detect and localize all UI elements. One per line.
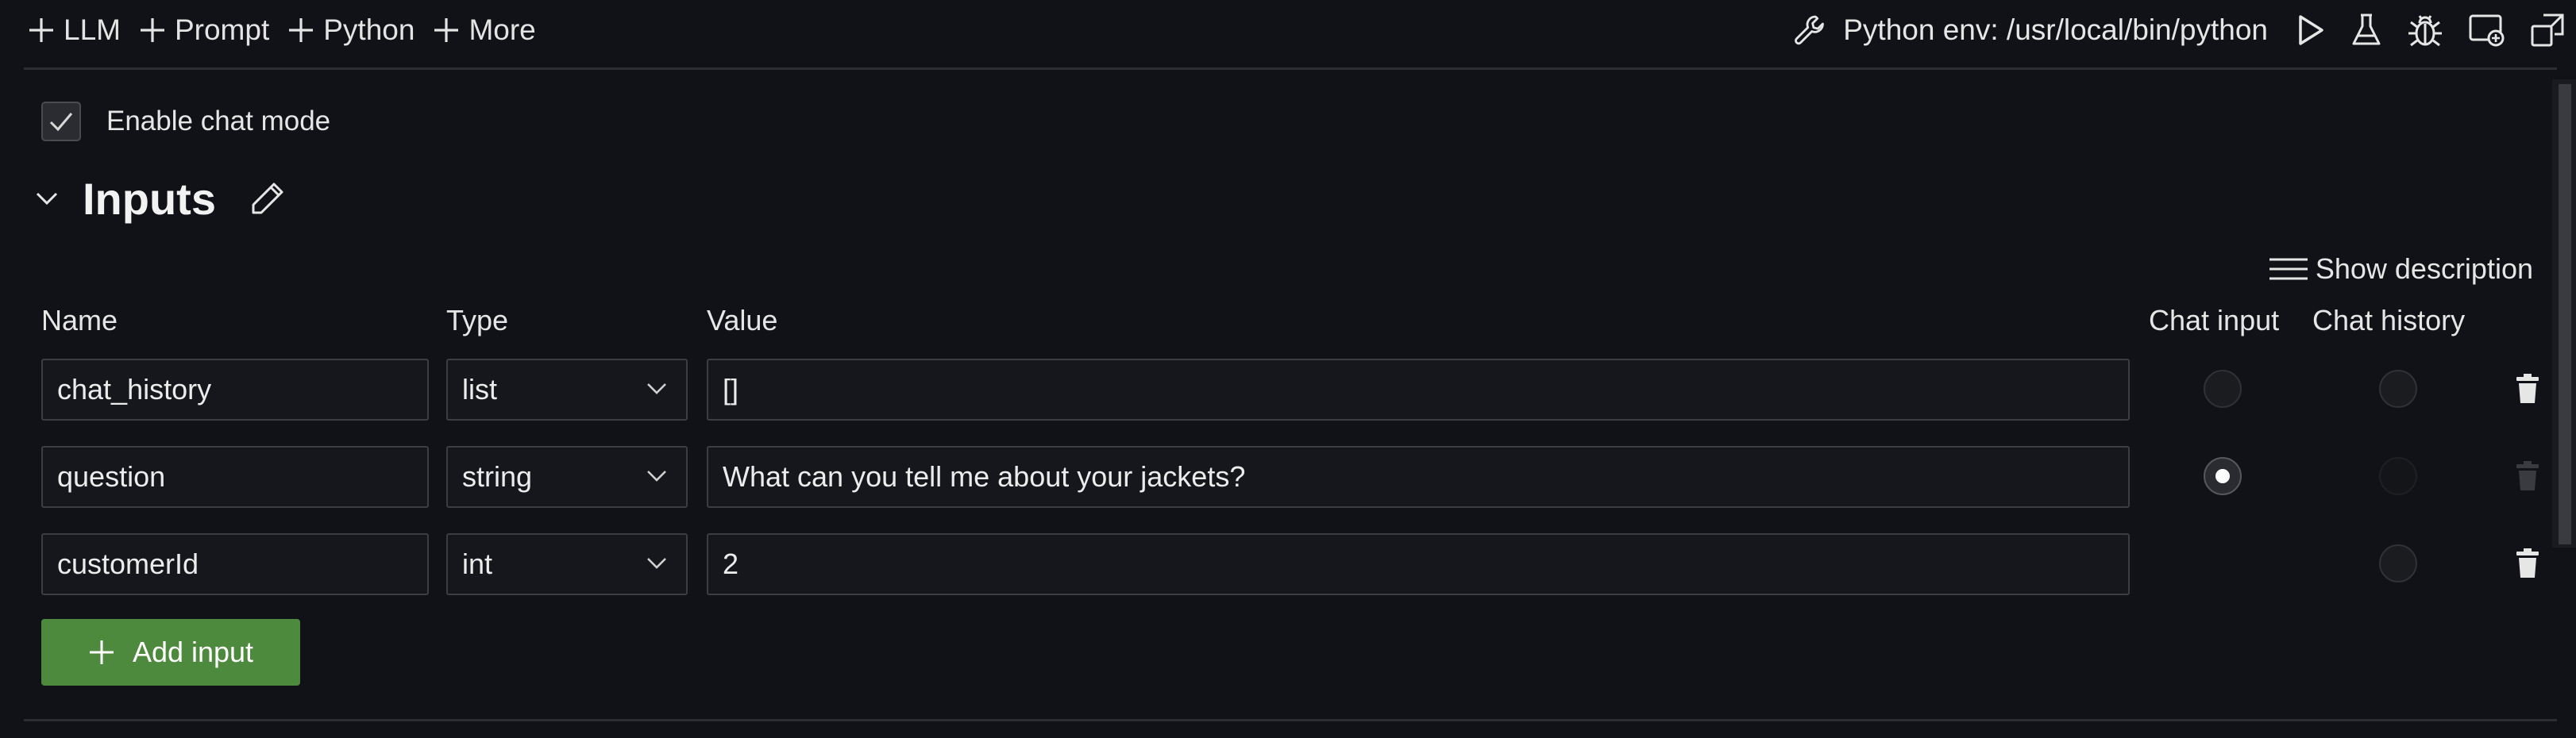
add-llm-button[interactable]: LLM — [27, 13, 121, 47]
chat-mode-label: Enable chat mode — [106, 106, 331, 136]
input-type-select[interactable]: list — [446, 359, 688, 421]
add-prompt-label: Prompt — [174, 13, 270, 46]
add-python-label: Python — [323, 13, 415, 46]
column-header-chat-input: Chat input — [2149, 304, 2280, 336]
chat-input-radio[interactable] — [2204, 370, 2242, 408]
plus-icon — [289, 18, 314, 42]
column-header-chat-history: Chat history — [2312, 304, 2466, 336]
plus-icon — [434, 18, 459, 42]
input-value-field[interactable]: [] — [707, 359, 2130, 421]
add-input-button[interactable]: Add input — [41, 619, 300, 686]
add-node-bar: LLM Prompt Python More — [27, 11, 536, 49]
inputs-section-header: Inputs — [35, 168, 286, 229]
input-row: chat_history list [] — [0, 359, 2576, 422]
run-icon[interactable] — [2295, 13, 2327, 48]
toolbar: LLM Prompt Python More Python env: /usr/… — [0, 0, 2576, 67]
popout-icon[interactable] — [2530, 13, 2565, 48]
flask-icon[interactable] — [2350, 12, 2382, 48]
input-value-field[interactable]: What can you tell me about your jackets? — [707, 446, 2130, 508]
toolbar-divider — [24, 67, 2557, 70]
add-llm-label: LLM — [64, 13, 121, 46]
column-header-type: Type — [446, 304, 509, 336]
input-value-field[interactable]: 2 — [707, 533, 2130, 595]
show-description-toggle[interactable]: Show description — [2268, 252, 2533, 286]
plus-icon — [89, 640, 114, 664]
column-header-name: Name — [41, 304, 118, 336]
menu-lines-icon — [2269, 258, 2308, 280]
input-row: question string What can you tell me abo… — [0, 446, 2576, 509]
chat-history-radio — [2379, 457, 2417, 495]
chat-input-radio[interactable] — [2204, 457, 2242, 495]
input-type-value: string — [462, 460, 533, 493]
add-prompt-button[interactable]: Prompt — [138, 13, 269, 47]
chevron-down-icon — [647, 471, 666, 482]
enable-chat-mode[interactable]: Enable chat mode — [41, 102, 330, 141]
python-env-selector[interactable]: Python env: /usr/local/bin/python — [1792, 13, 2268, 48]
add-python-button[interactable]: Python — [287, 13, 415, 47]
input-name-field[interactable]: customerId — [41, 533, 429, 595]
show-description-label: Show description — [2315, 252, 2533, 285]
column-header-value: Value — [707, 304, 778, 336]
toolbar-actions: Python env: /usr/local/bin/python — [1792, 10, 2565, 51]
python-env-label: Python env: /usr/local/bin/python — [1843, 13, 2268, 46]
input-row: customerId int 2 — [0, 533, 2576, 597]
checkmark-icon — [49, 113, 73, 132]
chat-history-radio[interactable] — [2379, 544, 2417, 582]
input-type-select[interactable]: string — [446, 446, 688, 508]
chevron-down-icon — [647, 383, 666, 394]
chevron-down-icon — [647, 558, 666, 569]
wrench-icon — [1795, 15, 1825, 45]
input-type-value: int — [462, 548, 493, 580]
plus-icon — [29, 18, 53, 42]
chevron-down-icon[interactable] — [35, 191, 59, 206]
input-type-value: list — [462, 373, 497, 406]
pencil-icon[interactable] — [249, 180, 286, 217]
chat-history-radio[interactable] — [2379, 370, 2417, 408]
bug-icon[interactable] — [2406, 11, 2444, 49]
layout-icon[interactable] — [2468, 12, 2506, 48]
trash-icon[interactable] — [2516, 373, 2539, 405]
add-more-label: More — [469, 13, 536, 46]
add-input-label: Add input — [132, 636, 254, 668]
trash-icon — [2516, 461, 2539, 490]
plus-icon — [140, 18, 164, 42]
section-divider — [24, 719, 2557, 721]
input-name-field[interactable]: chat_history — [41, 359, 429, 421]
trash-icon[interactable] — [2516, 548, 2539, 579]
input-name-field[interactable]: question — [41, 446, 429, 508]
add-more-button[interactable]: More — [432, 13, 536, 47]
section-title: Inputs — [83, 173, 216, 224]
chat-mode-checkbox[interactable] — [41, 102, 81, 141]
input-type-select[interactable]: int — [446, 533, 688, 595]
